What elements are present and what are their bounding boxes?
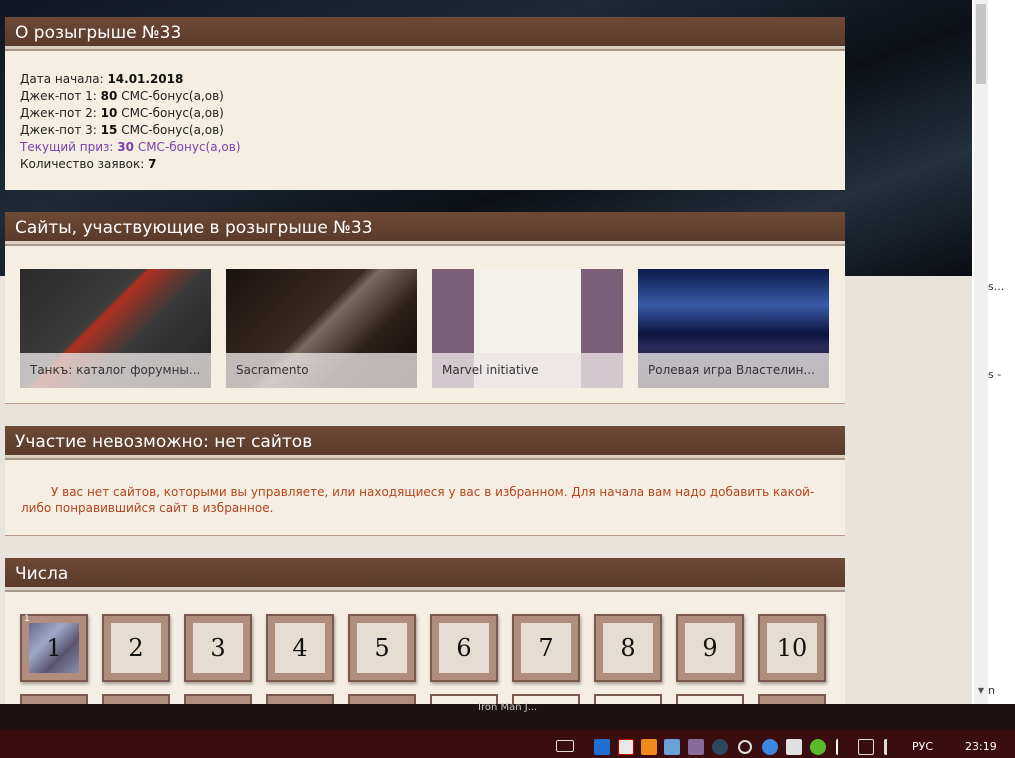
number-label: 7 (521, 623, 571, 673)
number-tile-8[interactable]: 8 (594, 614, 662, 682)
number-tile-6[interactable]: 6 (430, 614, 498, 682)
maxthon-icon[interactable] (594, 739, 610, 755)
entries-count-row: Количество заявок: 7 (20, 157, 157, 171)
number-label: 8 (603, 623, 653, 673)
site-name[interactable]: Танкъ: каталог форумны... (20, 353, 211, 388)
pdf-icon[interactable] (618, 739, 634, 755)
raffle-details: Дата начала: 14.01.2018 Джек-пот 1: 80 С… (5, 49, 845, 173)
flag-icon[interactable] (836, 739, 852, 755)
taskbar-tooltip: Iron Man J... (478, 702, 538, 713)
panel-title: Числа (5, 558, 845, 590)
number-label: 1 (29, 623, 79, 673)
number-tile-3[interactable]: 3 (184, 614, 252, 682)
number-label: 2 (111, 623, 161, 673)
number-label: 9 (685, 623, 735, 673)
number-label: 4 (275, 623, 325, 673)
number-tile-4[interactable]: 4 (266, 614, 334, 682)
app-blue-icon[interactable] (664, 739, 680, 755)
jackpot-row: Джек-пот 3: 15 СМС-бонус(а,ов) (20, 123, 224, 137)
start-date-row: Дата начала: 14.01.2018 (20, 72, 184, 86)
jackpot-row: Джек-пот 2: 10 СМС-бонус(а,ов) (20, 106, 224, 120)
app-tray-icon[interactable] (688, 739, 704, 755)
app-orange-icon[interactable] (641, 739, 657, 755)
steam-icon[interactable] (712, 739, 728, 755)
site-name[interactable]: Marvel initiative (432, 353, 623, 388)
clock[interactable]: 23:19 (965, 740, 997, 753)
keyboard-icon[interactable] (556, 740, 574, 752)
scrollbar-thumb[interactable] (976, 4, 986, 84)
site-card[interactable]: Marvel initiative (432, 269, 623, 388)
background-text-fragment: n (988, 684, 995, 697)
participating-sites-panel: Сайты, участвующие в розыгрыше №33 Танкъ… (5, 212, 845, 404)
number-tile-10[interactable]: 10 (758, 614, 826, 682)
background-text-fragment: s - (988, 368, 1002, 381)
current-prize-row: Текущий приз: 30 СМС-бонус(а,ов) (20, 140, 241, 154)
taskbar: Iron Man J... РУС 23:19 (0, 702, 1015, 758)
scroll-down-arrow-icon[interactable]: ▼ (974, 686, 988, 698)
chrome-icon[interactable] (762, 739, 778, 755)
number-tile-5[interactable]: 5 (348, 614, 416, 682)
number-badge: 1 (24, 614, 30, 624)
number-label: 6 (439, 623, 489, 673)
link-icon[interactable] (738, 740, 752, 754)
number-tile-1[interactable]: 1 1 (20, 614, 88, 682)
number-tile-2[interactable]: 2 (102, 614, 170, 682)
site-card[interactable]: Sacramento (226, 269, 417, 388)
app-green-icon[interactable] (810, 739, 826, 755)
network-icon[interactable] (858, 739, 874, 755)
panel-title: Участие невозможно: нет сайтов (5, 426, 845, 458)
site-name[interactable]: Ролевая игра Властелин... (638, 353, 829, 388)
language-indicator[interactable]: РУС (912, 740, 933, 753)
volume-icon[interactable] (884, 739, 900, 755)
no-sites-message: У вас нет сайтов, которыми вы управляете… (21, 485, 815, 515)
site-card[interactable]: Танкъ: каталог форумны... (20, 269, 211, 388)
site-name[interactable]: Sacramento (226, 353, 417, 388)
scrollbar[interactable] (974, 0, 988, 704)
number-label: 3 (193, 623, 243, 673)
number-tile-9[interactable]: 9 (676, 614, 744, 682)
participation-panel: Участие невозможно: нет сайтов У вас нет… (5, 426, 845, 536)
number-tile-7[interactable]: 7 (512, 614, 580, 682)
background-text-fragment: s... (988, 280, 1005, 293)
panel-title: О розыгрыше №33 (5, 17, 845, 49)
jackpot-row: Джек-пот 1: 80 СМС-бонус(а,ов) (20, 89, 224, 103)
raffle-info-panel: О розыгрыше №33 Дата начала: 14.01.2018 … (5, 17, 845, 190)
nvidia-icon[interactable] (786, 739, 802, 755)
panel-title: Сайты, участвующие в розыгрыше №33 (5, 212, 845, 244)
number-label: 10 (767, 623, 817, 673)
number-label: 5 (357, 623, 407, 673)
numbers-panel: Числа 1 1 2 3 4 5 6 7 8 9 10 (5, 558, 845, 706)
site-card[interactable]: Ролевая игра Властелин... (638, 269, 829, 388)
